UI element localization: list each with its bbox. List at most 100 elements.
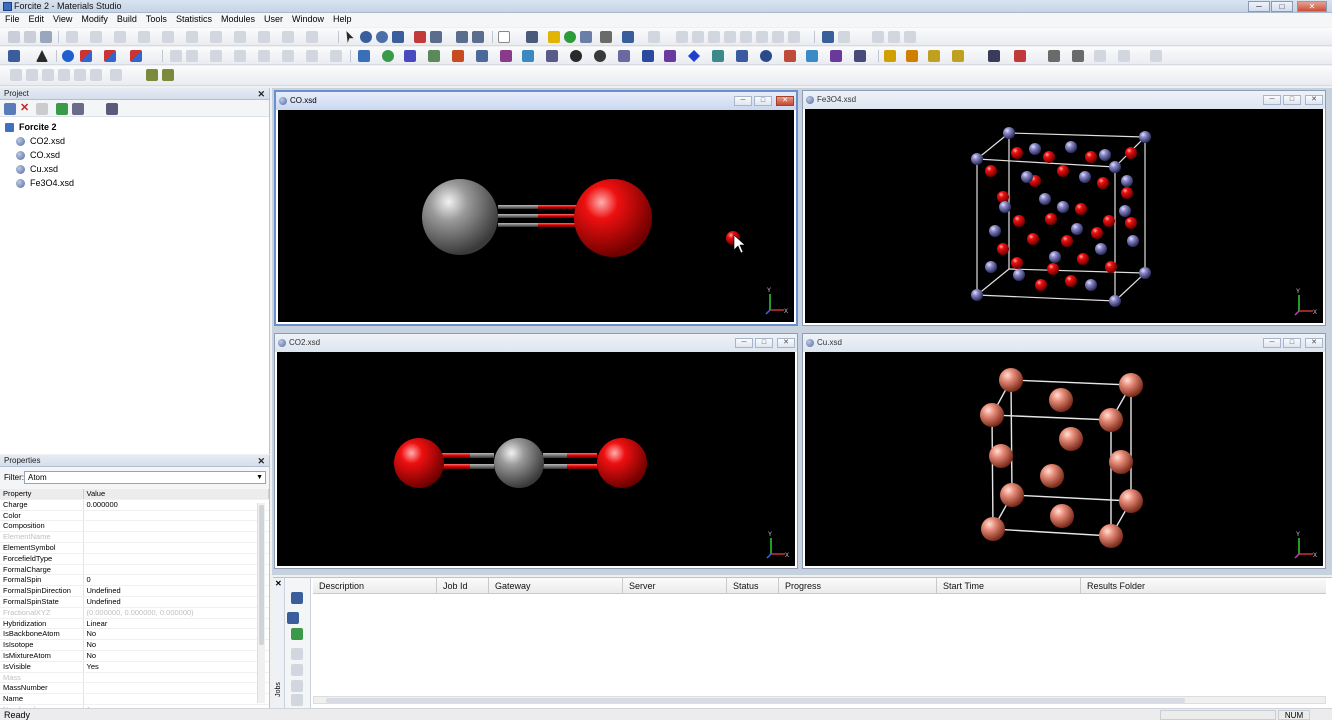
fe3o4-canvas[interactable]: YX bbox=[805, 109, 1323, 323]
toolbar-button[interactable] bbox=[186, 50, 198, 62]
properties-scrollbar[interactable] bbox=[257, 503, 265, 703]
toolbar-button[interactable] bbox=[210, 31, 222, 43]
toolbar-button[interactable] bbox=[130, 50, 142, 62]
iron-atom[interactable] bbox=[1139, 267, 1151, 279]
toolbar-button[interactable] bbox=[36, 103, 48, 115]
col-progress[interactable]: Progress bbox=[779, 578, 937, 594]
cu-window[interactable]: Cu.xsd ─ □ ✕ Y X bbox=[802, 333, 1326, 569]
property-value[interactable] bbox=[83, 564, 269, 576]
toolbar-button[interactable] bbox=[291, 664, 303, 676]
toolbar-button[interactable] bbox=[580, 31, 592, 43]
property-row[interactable]: IsBackboneAtom No bbox=[0, 628, 269, 641]
menu-build[interactable]: Build bbox=[112, 13, 141, 24]
oxygen-atom[interactable] bbox=[1065, 275, 1077, 287]
copper-atom[interactable] bbox=[1119, 489, 1143, 513]
minimize-button[interactable]: ─ bbox=[735, 338, 753, 348]
property-value[interactable] bbox=[83, 672, 269, 684]
toolbar-button[interactable] bbox=[186, 31, 198, 43]
close-button[interactable]: ✕ bbox=[1297, 1, 1327, 12]
toolbar-button[interactable] bbox=[210, 50, 222, 62]
property-row[interactable]: Name bbox=[0, 693, 269, 705]
oxygen-atom[interactable] bbox=[1105, 261, 1117, 273]
oxygen-atom[interactable] bbox=[1097, 177, 1109, 189]
oxygen-atom[interactable] bbox=[574, 179, 652, 257]
copper-atom[interactable] bbox=[1059, 427, 1083, 451]
copper-atom[interactable] bbox=[1049, 388, 1073, 412]
oxygen-atom[interactable] bbox=[1085, 151, 1097, 163]
property-row[interactable]: FormalSpinDirection Undefined bbox=[0, 585, 269, 597]
close-button[interactable]: ✕ bbox=[1305, 338, 1323, 348]
toolbar-button[interactable] bbox=[36, 50, 48, 62]
toolbar-button[interactable] bbox=[66, 31, 78, 43]
save-icon[interactable] bbox=[526, 31, 538, 43]
toolbar-button[interactable] bbox=[282, 50, 294, 62]
toolbar-button[interactable] bbox=[306, 50, 318, 62]
oxygen-atom[interactable] bbox=[1091, 227, 1103, 239]
toolbar-button[interactable] bbox=[291, 592, 303, 604]
close-button[interactable]: ✕ bbox=[1305, 95, 1323, 105]
close-icon[interactable]: ✕ bbox=[275, 579, 282, 588]
oxygen-atom[interactable] bbox=[597, 438, 647, 488]
toolbar-button[interactable] bbox=[1150, 50, 1162, 62]
toolbar-button[interactable] bbox=[522, 50, 534, 62]
toolbar-button[interactable] bbox=[740, 31, 752, 43]
copper-atom[interactable] bbox=[981, 517, 1005, 541]
toolbar-button[interactable] bbox=[58, 69, 70, 81]
toolbar-button[interactable] bbox=[42, 69, 54, 81]
col-status[interactable]: Status bbox=[727, 578, 779, 594]
jobs-hscrollbar[interactable] bbox=[313, 696, 1326, 704]
oxygen-atom[interactable] bbox=[1047, 263, 1059, 275]
toolbar-button[interactable] bbox=[8, 50, 20, 62]
property-value[interactable]: No bbox=[83, 650, 269, 662]
toolbar-button[interactable] bbox=[1094, 50, 1106, 62]
iron-atom[interactable] bbox=[1095, 243, 1107, 255]
tree-item[interactable]: CO2.xsd bbox=[0, 134, 269, 148]
iron-atom[interactable] bbox=[1109, 161, 1121, 173]
menu-statistics[interactable]: Statistics bbox=[171, 13, 216, 24]
oxygen-atom[interactable] bbox=[1077, 253, 1089, 265]
toolbar-button[interactable] bbox=[688, 50, 700, 62]
toolbar-button[interactable] bbox=[404, 50, 416, 62]
maximize-button[interactable]: □ bbox=[754, 96, 772, 106]
toolbar-button[interactable] bbox=[476, 50, 488, 62]
toolbar-button[interactable] bbox=[452, 50, 464, 62]
oxygen-atom[interactable] bbox=[1043, 151, 1055, 163]
property-value[interactable]: No bbox=[83, 639, 269, 651]
toolbar-button[interactable] bbox=[500, 50, 512, 62]
toolbar-button[interactable] bbox=[664, 50, 676, 62]
new-file-icon[interactable] bbox=[498, 31, 510, 43]
iron-atom[interactable] bbox=[985, 261, 997, 273]
toolbar-button[interactable] bbox=[838, 31, 850, 43]
toolbar-button[interactable] bbox=[428, 50, 440, 62]
toolbar-button[interactable] bbox=[40, 31, 52, 43]
refresh-icon[interactable] bbox=[291, 628, 303, 640]
toolbar-button[interactable] bbox=[26, 69, 38, 81]
property-row[interactable]: Composition bbox=[0, 520, 269, 533]
iron-atom[interactable] bbox=[1013, 269, 1025, 281]
toolbar-button[interactable] bbox=[162, 69, 174, 81]
maximize-button[interactable]: □ bbox=[1283, 338, 1301, 348]
toolbar-button[interactable] bbox=[472, 31, 484, 43]
property-row[interactable]: IsMixtureAtom No bbox=[0, 650, 269, 662]
paste-icon[interactable] bbox=[708, 31, 720, 43]
iron-atom[interactable] bbox=[999, 201, 1011, 213]
iron-atom[interactable] bbox=[1079, 171, 1091, 183]
toolbar-button[interactable] bbox=[358, 50, 370, 62]
property-value[interactable] bbox=[83, 682, 269, 695]
rotate-icon[interactable] bbox=[360, 31, 372, 43]
new-file-icon[interactable] bbox=[4, 103, 16, 115]
toolbar-button[interactable] bbox=[1072, 50, 1084, 62]
minimize-button[interactable]: ─ bbox=[1263, 338, 1281, 348]
toolbar-button[interactable] bbox=[1118, 50, 1130, 62]
iron-atom[interactable] bbox=[1021, 171, 1033, 183]
toolbar-button[interactable] bbox=[291, 648, 303, 660]
toolbar-button[interactable] bbox=[234, 50, 246, 62]
property-value[interactable]: No bbox=[83, 628, 269, 641]
co-window[interactable]: CO.xsd ─ □ ✕ YX bbox=[274, 90, 798, 326]
toolbar-button[interactable] bbox=[10, 69, 22, 81]
menu-edit[interactable]: Edit bbox=[24, 13, 49, 24]
minimize-button[interactable]: ─ bbox=[1248, 1, 1270, 12]
iron-atom[interactable] bbox=[1127, 235, 1139, 247]
toolbar-button[interactable] bbox=[234, 31, 246, 43]
property-value[interactable] bbox=[83, 542, 269, 554]
